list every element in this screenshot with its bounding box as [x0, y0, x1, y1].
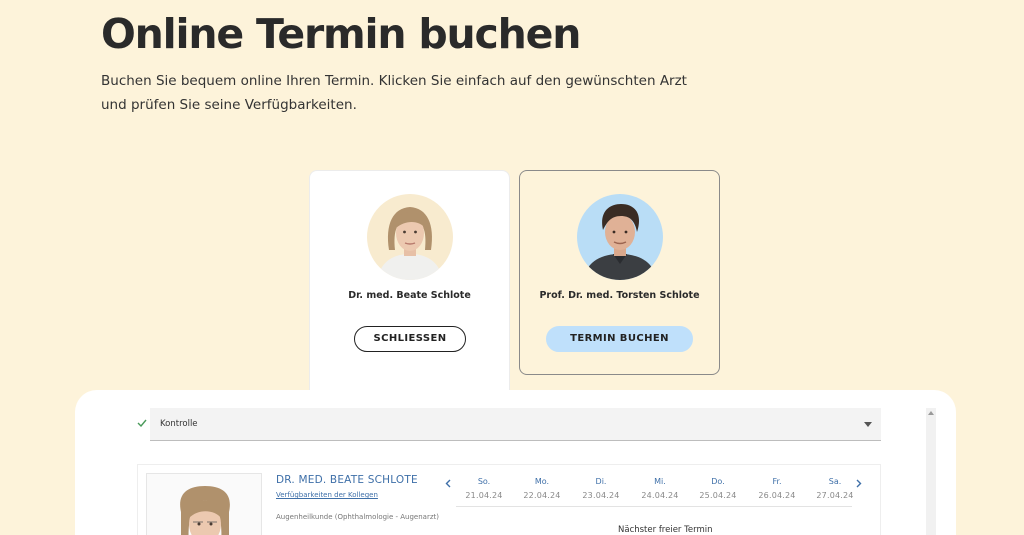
doctor-result-row: DR. MED. BEATE SCHLOTE Verfügbarkeiten d… — [137, 464, 881, 535]
scroll-up-icon[interactable] — [928, 411, 934, 415]
chevron-down-icon — [864, 422, 872, 427]
result-doctor-name: DR. MED. BEATE SCHLOTE — [276, 474, 418, 486]
doctor-name: Prof. Dr. med. Torsten Schlote — [539, 290, 700, 301]
day-column: Fr. 26.04.24 — [749, 477, 805, 500]
colleagues-availability-link[interactable]: Verfügbarkeiten der Kollegen — [276, 491, 378, 499]
female-doctor-photo — [146, 473, 262, 535]
page-title: Online Termin buchen — [101, 10, 581, 58]
day-name: Fr. — [772, 477, 782, 486]
check-icon — [137, 419, 147, 427]
divider — [456, 506, 852, 507]
day-name: Mi. — [654, 477, 666, 486]
day-date: 26.04.24 — [758, 491, 796, 500]
day-column: Mi. 24.04.24 — [632, 477, 688, 500]
close-button[interactable]: SCHLIESSEN — [354, 326, 466, 352]
specialty: Augenheilkunde (Ophthalmologie - Augenar… — [276, 513, 439, 521]
day-name: Di. — [595, 477, 607, 486]
scrollbar[interactable] — [926, 408, 936, 535]
day-name: Do. — [711, 477, 725, 486]
day-date: 25.04.24 — [699, 491, 737, 500]
chevron-right-icon[interactable] — [856, 479, 862, 488]
day-name: Sa. — [828, 477, 842, 486]
day-date: 21.04.24 — [465, 491, 503, 500]
day-date: 23.04.24 — [582, 491, 620, 500]
next-free-appointment: Nächster freier Termin — [618, 525, 713, 535]
male-doctor-photo — [577, 194, 663, 280]
book-appointment-button[interactable]: TERMIN BUCHEN — [546, 326, 693, 352]
day-column: So. 21.04.24 — [456, 477, 512, 500]
chevron-left-icon[interactable] — [445, 479, 451, 488]
day-date: 24.04.24 — [641, 491, 679, 500]
day-column: Di. 23.04.24 — [573, 477, 629, 500]
page-intro: Buchen Sie bequem online Ihren Termin. K… — [101, 73, 687, 113]
doctor-card-beate-schlote[interactable]: Dr. med. Beate Schlote SCHLIESSEN — [309, 170, 510, 395]
day-column: Do. 25.04.24 — [690, 477, 746, 500]
doctor-card-torsten-schlote[interactable]: Prof. Dr. med. Torsten Schlote TERMIN BU… — [519, 170, 720, 375]
visit-type-select[interactable]: Kontrolle — [150, 408, 881, 441]
booking-panel: Kontrolle DR. MED. BEATE SCHLOTE Verfügb… — [75, 390, 956, 535]
day-column: Mo. 22.04.24 — [514, 477, 570, 500]
day-date: 27.04.24 — [816, 491, 854, 500]
day-name: Mo. — [534, 477, 550, 486]
visit-type-value: Kontrolle — [160, 419, 198, 429]
day-column: Sa. 27.04.24 — [807, 477, 863, 500]
day-date: 22.04.24 — [523, 491, 561, 500]
female-doctor-photo — [367, 194, 453, 280]
doctor-name: Dr. med. Beate Schlote — [348, 290, 471, 301]
day-name: So. — [477, 477, 491, 486]
